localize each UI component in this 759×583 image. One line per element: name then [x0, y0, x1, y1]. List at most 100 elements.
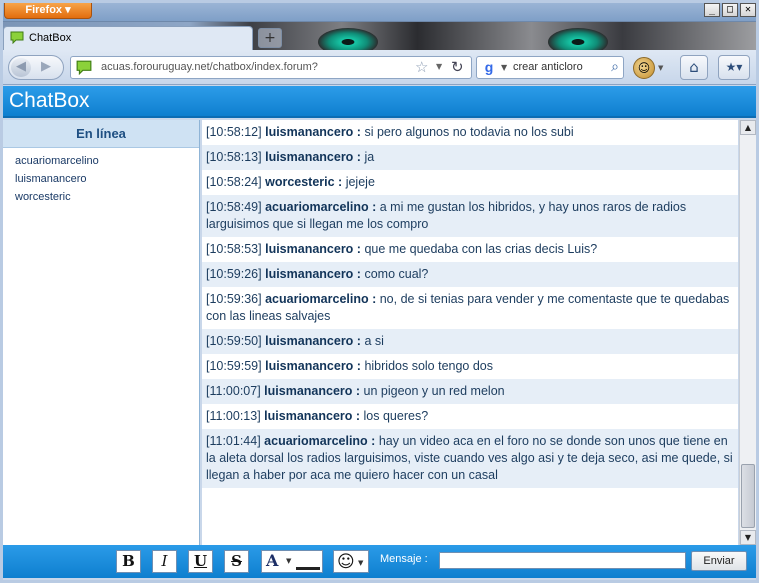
emoticon-button[interactable]: ☺ ▼ — [333, 550, 369, 573]
message-author[interactable]: luismanancero : — [265, 334, 361, 348]
text-color-button[interactable]: A ▼ — [261, 550, 323, 573]
tab-chatbox[interactable]: ChatBox — [3, 26, 253, 50]
speech-bubble-icon — [10, 31, 24, 44]
chat-message: [10:58:53] luismanancero : que me quedab… — [202, 237, 738, 262]
message-author[interactable]: luismanancero : — [265, 242, 361, 256]
url-text[interactable]: acuas.forouruguay.net/chatbox/index.foru… — [101, 61, 318, 73]
eye-theme-decoration — [318, 28, 378, 50]
message-author[interactable]: acuariomarcelino : — [265, 200, 376, 214]
tab-strip: ChatBox + — [0, 22, 759, 50]
page-title: ChatBox — [9, 89, 90, 112]
chat-message: [10:58:13] luismanancero : ja — [202, 145, 738, 170]
back-arrow-icon[interactable]: ◀ — [11, 58, 31, 77]
online-user-item[interactable]: acuariomarcelino — [15, 152, 199, 170]
window-controls: _ □ ✕ — [704, 3, 756, 17]
message-label: Mensaje : — [380, 553, 428, 565]
online-user-item[interactable]: worcesteric — [15, 188, 199, 206]
addon-dropdown-icon[interactable]: ▼ — [658, 64, 663, 72]
send-button[interactable]: Enviar — [691, 551, 747, 571]
strikethrough-button[interactable]: S — [224, 550, 249, 573]
url-bar[interactable]: acuas.forouruguay.net/chatbox/index.foru… — [70, 56, 472, 79]
online-users-panel: En línea acuariomarcelino luismanancero wo… — [3, 120, 200, 545]
message-toolbar: B I U S A ▼ ☺ ▼ Mensaje : Enviar — [3, 545, 756, 578]
chat-message: [10:58:12] luismanancero : si pero algun… — [202, 120, 738, 145]
bold-button[interactable]: B — [116, 550, 141, 573]
scroll-up-arrow-icon[interactable]: ▲ — [740, 120, 756, 135]
search-bar[interactable]: g ▼ crear anticloro ⌕ — [476, 56, 624, 79]
chat-message: [11:00:13] luismanancero : los queres? — [202, 404, 738, 429]
message-timestamp: [10:59:36] — [206, 292, 262, 306]
message-timestamp: [11:01:44] — [206, 434, 261, 448]
color-swatch — [296, 567, 320, 570]
firefox-menu-button[interactable]: Firefox ▾ — [4, 2, 92, 19]
message-text: jejeje — [345, 175, 375, 189]
message-author[interactable]: luismanancero : — [265, 359, 361, 373]
scroll-down-arrow-icon[interactable]: ▼ — [740, 530, 756, 545]
online-heading: En línea — [3, 120, 199, 148]
close-button[interactable]: ✕ — [740, 3, 756, 17]
message-author[interactable]: luismanancero : — [265, 125, 361, 139]
tab-title: ChatBox — [29, 32, 72, 44]
emoticon-dropdown-icon: ▼ — [358, 559, 364, 567]
chat-message: [10:58:49] acuariomarcelino : a mi me gu… — [202, 195, 738, 237]
chat-message: [11:01:44] acuariomarcelino : hay un vid… — [202, 429, 738, 488]
chat-message: [10:59:50] luismanancero : a si — [202, 329, 738, 354]
smiley-icon: ☺ — [337, 552, 355, 572]
message-timestamp: [10:58:12] — [206, 125, 262, 139]
message-timestamp: [10:58:13] — [206, 150, 262, 164]
forward-arrow-icon[interactable]: ▶ — [41, 59, 51, 74]
home-icon[interactable]: ⌂ — [680, 55, 708, 80]
message-list: [10:58:12] luismanancero : si pero algun… — [202, 120, 738, 545]
color-dropdown-icon: ▼ — [286, 557, 292, 565]
message-author[interactable]: luismanancero : — [264, 409, 360, 423]
message-author[interactable]: worcesteric : — [265, 175, 342, 189]
message-author[interactable]: luismanancero : — [265, 267, 361, 281]
underline-button[interactable]: U — [188, 550, 213, 573]
bookmark-star-icon[interactable]: ☆ — [415, 58, 428, 76]
maximize-button[interactable]: □ — [722, 3, 738, 17]
text-color-letter: A — [266, 551, 279, 570]
message-scrollbar[interactable]: ▲ ▼ — [739, 120, 756, 545]
message-text: ja — [364, 150, 375, 164]
chatbox-header: ChatBox — [3, 86, 756, 118]
reload-icon[interactable]: ↻ — [451, 58, 464, 76]
search-input[interactable]: crear anticloro — [513, 61, 583, 73]
italic-button[interactable]: I — [152, 550, 177, 573]
chat-message: [10:59:36] acuariomarcelino : no, de si … — [202, 287, 738, 329]
google-icon[interactable]: g — [480, 59, 498, 76]
navigation-bar: ◀ ▶ acuas.forouruguay.net/chatbox/index.… — [0, 50, 759, 85]
minimize-button[interactable]: _ — [704, 3, 720, 17]
url-dropdown-icon[interactable]: ▼ — [436, 62, 442, 71]
firefox-menu-label: Firefox — [25, 4, 63, 16]
message-timestamp: [10:59:26] — [206, 267, 262, 281]
chat-message: [10:58:24] worcesteric : jejeje — [202, 170, 738, 195]
bookmarks-menu-icon[interactable]: ★▾ — [718, 55, 750, 80]
new-tab-button[interactable]: + — [258, 28, 282, 48]
message-author[interactable]: luismanancero : — [265, 150, 361, 164]
message-timestamp: [11:00:07] — [206, 384, 261, 398]
addon-face-icon[interactable]: ☺ — [633, 57, 655, 79]
message-timestamp: [11:00:13] — [206, 409, 261, 423]
message-timestamp: [10:58:53] — [206, 242, 262, 256]
message-text: hibridos solo tengo dos — [364, 359, 494, 373]
message-timestamp: [10:59:50] — [206, 334, 262, 348]
search-magnifier-icon[interactable]: ⌕ — [611, 59, 619, 75]
message-text: como cual? — [364, 267, 429, 281]
message-author[interactable]: acuariomarcelino : — [264, 434, 375, 448]
search-engine-dropdown-icon[interactable]: ▼ — [501, 63, 507, 72]
message-timestamp: [10:58:49] — [206, 200, 262, 214]
online-user-list: acuariomarcelino luismanancero worcesteric — [3, 148, 199, 206]
chat-message: [11:00:07] luismanancero : un pigeon y u… — [202, 379, 738, 404]
message-timestamp: [10:58:24] — [206, 175, 262, 189]
scroll-thumb[interactable] — [741, 464, 755, 528]
message-author[interactable]: luismanancero : — [264, 384, 360, 398]
back-forward-group: ◀ ▶ — [8, 55, 64, 80]
site-favicon-icon — [76, 60, 92, 75]
chat-message: [10:59:59] luismanancero : hibridos solo… — [202, 354, 738, 379]
online-user-item[interactable]: luismanancero — [15, 170, 199, 188]
message-text: los queres? — [363, 409, 429, 423]
message-author[interactable]: acuariomarcelino : — [265, 292, 376, 306]
message-input[interactable] — [439, 552, 686, 569]
message-timestamp: [10:59:59] — [206, 359, 262, 373]
message-text: a si — [364, 334, 384, 348]
